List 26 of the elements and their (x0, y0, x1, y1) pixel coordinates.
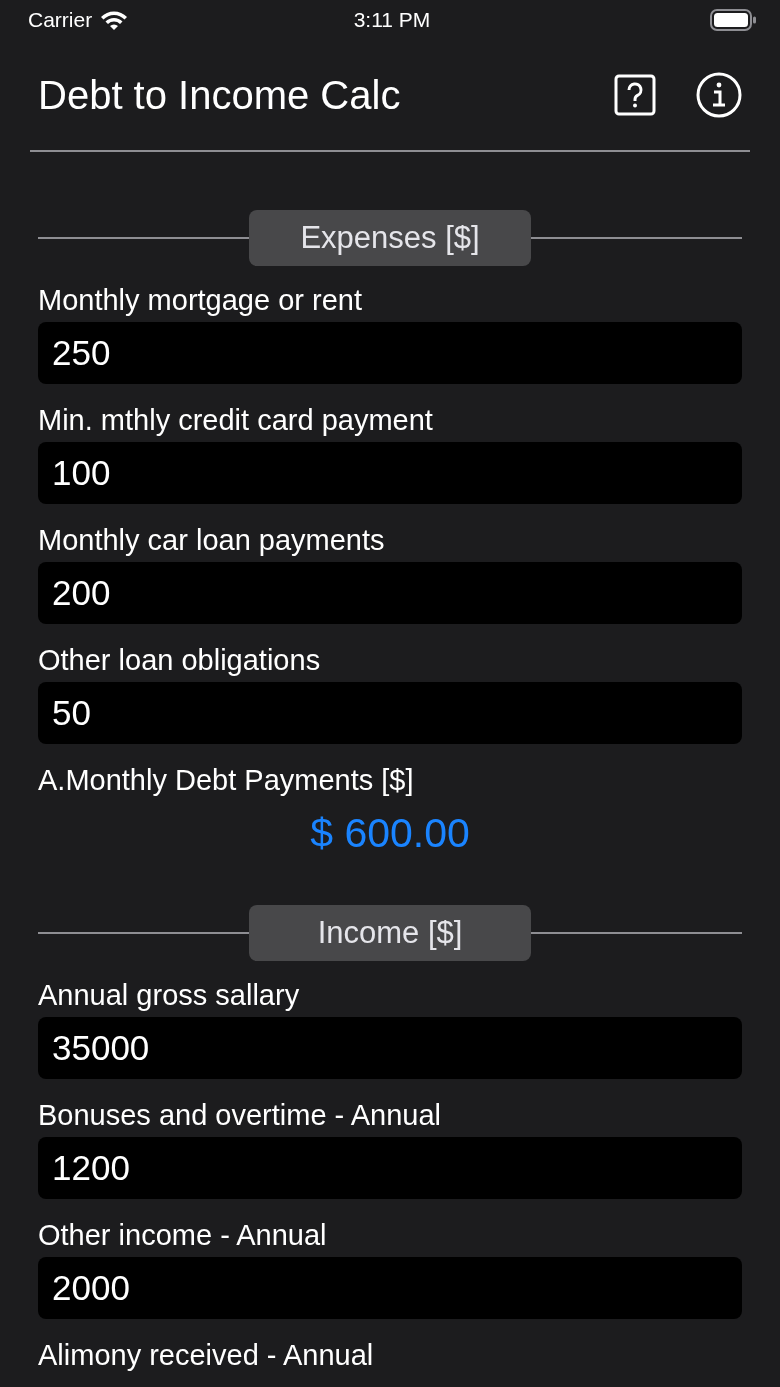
field-label: Other loan obligations (38, 644, 322, 676)
field-label: Bonuses and overtime - Annual (38, 1099, 443, 1131)
field-label: Min. mthly credit card payment (38, 404, 434, 436)
input-field[interactable]: 200 (38, 562, 742, 624)
clock-time: 3:11 PM (353, 8, 431, 32)
input-field[interactable]: 50 (38, 682, 742, 744)
input-field[interactable]: 100 (38, 442, 742, 504)
app-title: Debt to Income Calc (38, 72, 402, 118)
field-label: Monthly car loan payments (38, 524, 386, 556)
field-label: Monthly mortgage or rent (38, 284, 363, 316)
result-label: A.Monthly Debt Payments [$] (38, 764, 415, 796)
field-label: Alimony received - Annual (38, 1339, 375, 1371)
section-header: Income [$] (249, 905, 531, 961)
result-value: $ 600.00 (309, 810, 471, 857)
wifi-icon (100, 10, 129, 30)
help-icon[interactable] (614, 74, 656, 116)
section-header: Expenses [$] (249, 210, 531, 266)
carrier-name: Carrier (28, 8, 93, 32)
input-field[interactable]: 250 (38, 322, 742, 384)
field-label: Annual gross sallary (38, 979, 301, 1011)
field-label: Other income - Annual (38, 1219, 328, 1251)
input-field[interactable]: 35000 (38, 1017, 742, 1079)
battery-icon (710, 9, 756, 31)
input-field[interactable]: 1200 (38, 1137, 742, 1199)
input-field[interactable]: 2000 (38, 1257, 742, 1319)
info-icon[interactable] (696, 72, 742, 118)
